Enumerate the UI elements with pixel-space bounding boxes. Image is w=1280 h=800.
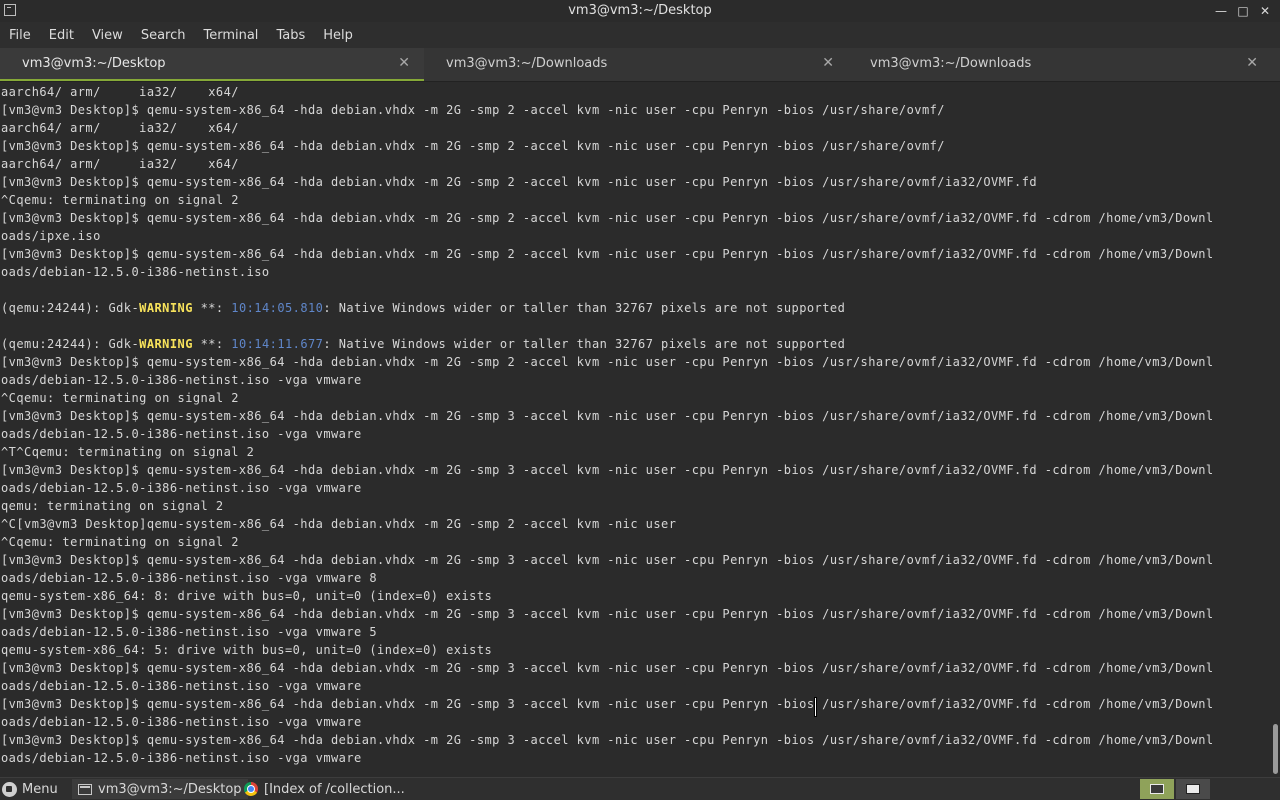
- minimize-button[interactable]: —: [1212, 2, 1230, 20]
- scroll-thumb[interactable]: [1273, 724, 1278, 774]
- taskbar-window-browser[interactable]: [Index of /collection...: [238, 779, 411, 799]
- warning-time: 10:14:05.810: [231, 301, 324, 315]
- window-controls: — □ ✕: [1212, 2, 1274, 20]
- terminal-line: [vm3@vm3 Desktop]$ qemu-system-x86_64 -h…: [1, 355, 1214, 369]
- terminal-line: oads/debian-12.5.0-i386-netinst.iso -vga…: [1, 427, 362, 441]
- taskbar-window-label: vm3@vm3:~/Desktop: [98, 781, 242, 797]
- terminal-line: ^Cqemu: terminating on signal 2: [1, 193, 239, 207]
- terminal-line: [vm3@vm3 Desktop]$ qemu-system-x86_64 -h…: [1, 211, 1214, 225]
- maximize-button[interactable]: □: [1234, 2, 1252, 20]
- terminal-line: ^Cqemu: terminating on signal 2: [1, 535, 239, 549]
- taskbar-window-terminal[interactable]: vm3@vm3:~/Desktop: [72, 779, 248, 799]
- terminal-line: oads/debian-12.5.0-i386-netinst.iso: [1, 265, 270, 279]
- terminal-line: oads/debian-12.5.0-i386-netinst.iso -vga…: [1, 679, 362, 693]
- workspace-preview-icon: [1150, 784, 1164, 794]
- terminal-line: [vm3@vm3 Desktop]$ qemu-system-x86_64 -h…: [1, 409, 1214, 423]
- desktop: vm3@vm3:~/Desktop — □ ✕ File Edit View S…: [0, 0, 1280, 800]
- terminal-line: (qemu:24244): Gdk-WARNING **: 10:14:11.6…: [1, 335, 1214, 353]
- terminal-line: [vm3@vm3 Desktop]$ qemu-system-x86_64 -h…: [1, 175, 1038, 189]
- terminal-line: ^Cqemu: terminating on signal 2: [1, 391, 239, 405]
- tab-downloads-2[interactable]: vm3@vm3:~/Downloads ✕: [848, 48, 1272, 81]
- tab-desktop[interactable]: vm3@vm3:~/Desktop ✕: [0, 48, 424, 81]
- terminal-output[interactable]: aarch64/ arm/ ia32/ x64/ [vm3@vm3 Desktop…: [0, 82, 1280, 776]
- tab-close-icon[interactable]: ✕: [822, 48, 834, 79]
- menu-tabs[interactable]: Tabs: [276, 28, 305, 43]
- start-menu-button[interactable]: Menu: [2, 780, 58, 798]
- terminal-line: aarch64/ arm/ ia32/ x64/: [1, 157, 239, 171]
- warning-level: WARNING: [139, 301, 193, 315]
- menu-edit[interactable]: Edit: [49, 28, 74, 43]
- tab-close-icon[interactable]: ✕: [398, 48, 410, 79]
- terminal-text: aarch64/ arm/ ia32/ x64/ [vm3@vm3 Desktop…: [1, 83, 1214, 767]
- terminal-line: ^T^Cqemu: terminating on signal 2: [1, 445, 255, 459]
- terminal-scrollbar[interactable]: [1270, 84, 1278, 774]
- tab-label: vm3@vm3:~/Downloads: [446, 56, 608, 71]
- terminal-line: [vm3@vm3 Desktop]$ qemu-system-x86_64 -h…: [1, 733, 1214, 747]
- mint-logo-icon: [2, 781, 17, 797]
- terminal-line: qemu-system-x86_64: 8: drive with bus=0,…: [1, 589, 493, 603]
- workspace-preview-icon: [1186, 784, 1200, 794]
- workspace-switcher: [1140, 779, 1210, 799]
- warning-message: : Native Windows wider or taller than 32…: [323, 301, 846, 315]
- workspace-2[interactable]: [1176, 779, 1210, 799]
- tab-label: vm3@vm3:~/Desktop: [22, 56, 166, 71]
- terminal-line: aarch64/ arm/ ia32/ x64/: [1, 121, 239, 135]
- terminal-line: oads/debian-12.5.0-i386-netinst.iso -vga…: [1, 481, 362, 495]
- taskbar-window-label: [Index of /collection...: [264, 781, 405, 797]
- terminal-line: [vm3@vm3 Desktop]$ qemu-system-x86_64 -h…: [1, 139, 945, 153]
- menu-search[interactable]: Search: [141, 28, 186, 43]
- tab-close-icon[interactable]: ✕: [1246, 48, 1258, 79]
- menu-help[interactable]: Help: [323, 28, 353, 43]
- workspace-1[interactable]: [1140, 779, 1174, 799]
- terminal-line: oads/debian-12.5.0-i386-netinst.iso -vga…: [1, 571, 378, 585]
- warning-time: 10:14:11.677: [231, 337, 324, 351]
- terminal-line: [vm3@vm3 Desktop]$ qemu-system-x86_64 -h…: [1, 697, 1214, 711]
- menu-bar: File Edit View Search Terminal Tabs Help: [0, 22, 1280, 48]
- text-cursor-icon: [812, 698, 820, 716]
- terminal-line: (qemu:24244): Gdk-WARNING **: 10:14:05.8…: [1, 299, 1214, 317]
- terminal-line: oads/debian-12.5.0-i386-netinst.iso -vga…: [1, 625, 378, 639]
- terminal-line: [vm3@vm3 Desktop]$ qemu-system-x86_64 -h…: [1, 463, 1214, 477]
- tab-label: vm3@vm3:~/Downloads: [870, 56, 1032, 71]
- tab-bar: vm3@vm3:~/Desktop ✕ vm3@vm3:~/Downloads …: [0, 48, 1280, 82]
- terminal-line: oads/ipxe.iso: [1, 229, 101, 243]
- menu-terminal[interactable]: Terminal: [203, 28, 258, 43]
- menu-file[interactable]: File: [9, 28, 31, 43]
- taskbar: Menu vm3@vm3:~/Desktop [Index of /collec…: [0, 777, 1280, 800]
- terminal-icon: [78, 783, 92, 795]
- chrome-icon: [244, 782, 258, 796]
- title-bar: vm3@vm3:~/Desktop — □ ✕: [0, 0, 1280, 22]
- terminal-line: oads/debian-12.5.0-i386-netinst.iso -vga…: [1, 715, 362, 729]
- terminal-line: [vm3@vm3 Desktop]$ qemu-system-x86_64 -h…: [1, 607, 1214, 621]
- warning-level: WARNING: [139, 337, 193, 351]
- warning-message: : Native Windows wider or taller than 32…: [323, 337, 846, 351]
- warning-stars: **:: [192, 301, 232, 315]
- warning-prefix: (qemu:24244): Gdk-: [1, 301, 140, 315]
- terminal-line: qemu-system-x86_64: 5: drive with bus=0,…: [1, 643, 493, 657]
- terminal-line: [vm3@vm3 Desktop]$ qemu-system-x86_64 -h…: [1, 103, 945, 117]
- terminal-line: [vm3@vm3 Desktop]$ qemu-system-x86_64 -h…: [1, 661, 1214, 675]
- terminal-line: [vm3@vm3 Desktop]$ qemu-system-x86_64 -h…: [1, 247, 1214, 261]
- terminal-line: ^C[vm3@vm3 Desktop]qemu-system-x86_64 -h…: [1, 517, 677, 531]
- tab-downloads-1[interactable]: vm3@vm3:~/Downloads ✕: [424, 48, 848, 81]
- terminal-line: oads/debian-12.5.0-i386-netinst.iso -vga…: [1, 373, 362, 387]
- window-title: vm3@vm3:~/Desktop: [568, 3, 712, 18]
- terminal-line: [vm3@vm3 Desktop]$ qemu-system-x86_64 -h…: [1, 553, 1214, 567]
- terminal-line: oads/debian-12.5.0-i386-netinst.iso -vga…: [1, 751, 362, 765]
- close-button[interactable]: ✕: [1256, 2, 1274, 20]
- warning-stars: **:: [192, 337, 232, 351]
- terminal-line: qemu: terminating on signal 2: [1, 499, 224, 513]
- menu-view[interactable]: View: [92, 28, 123, 43]
- terminal-line: aarch64/ arm/ ia32/ x64/: [1, 85, 239, 99]
- warning-prefix: (qemu:24244): Gdk-: [1, 337, 140, 351]
- start-menu-label: Menu: [22, 781, 58, 797]
